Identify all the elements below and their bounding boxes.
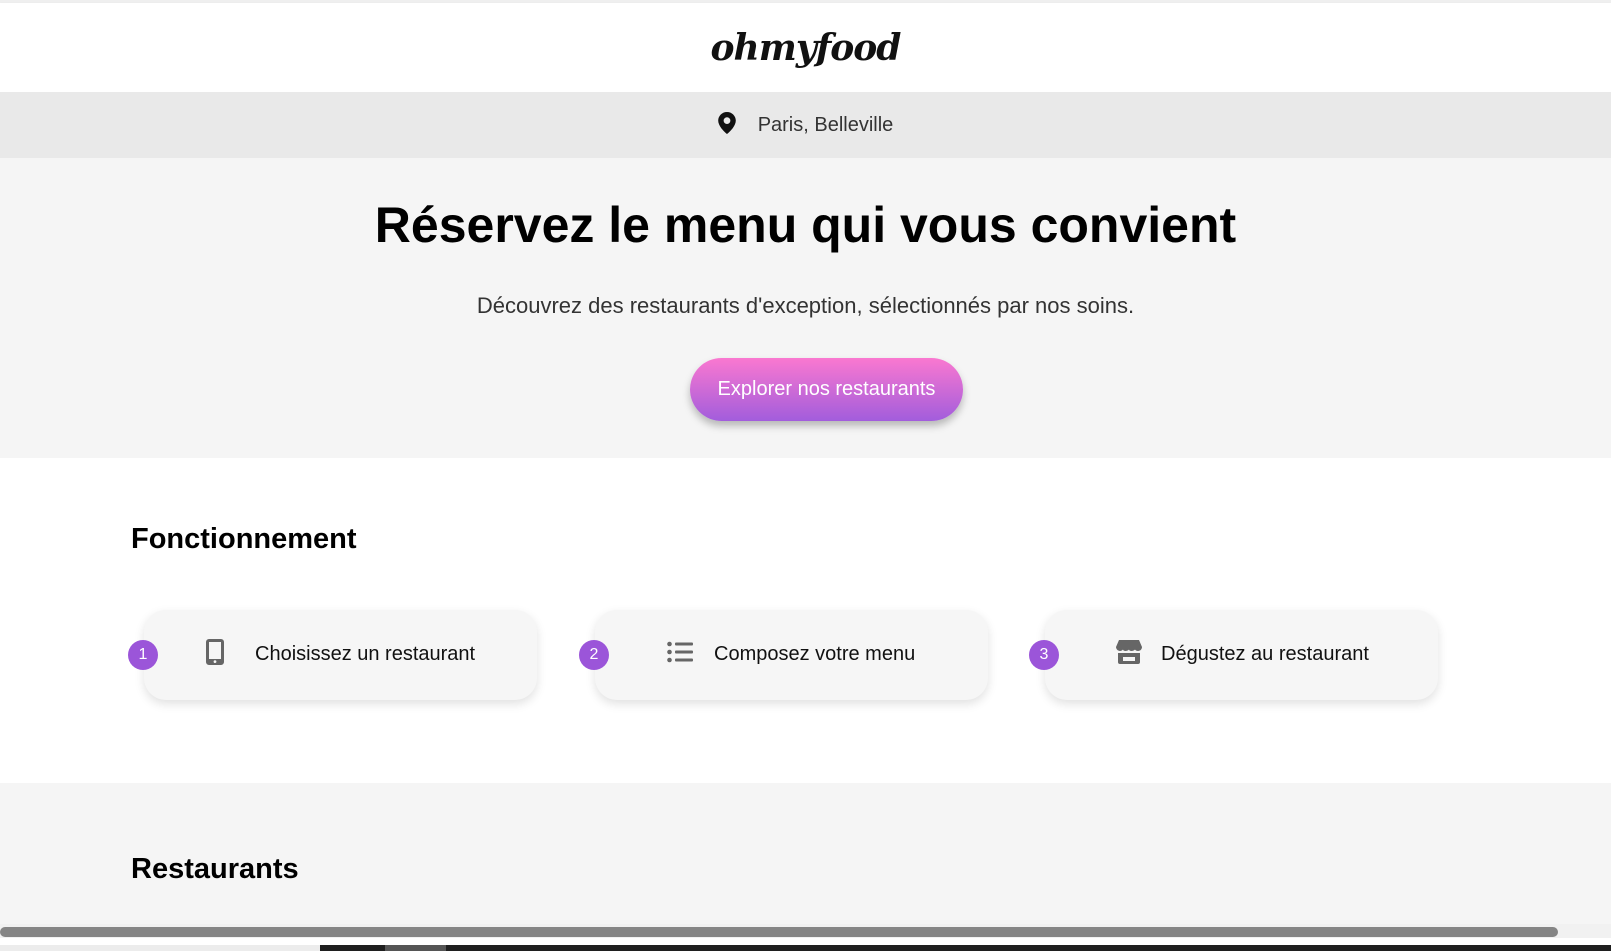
site-header: ohmyfood: [0, 3, 1611, 92]
step-label: Choisissez un restaurant: [255, 643, 476, 665]
hero-title: Réservez le menu qui vous convient: [374, 197, 1237, 253]
step-card-2[interactable]: 2 Composez votre menu: [579, 610, 988, 700]
step-number-badge: 2: [579, 640, 609, 670]
taskbar-edge-highlight: [385, 945, 446, 951]
smartphone-icon: [200, 637, 230, 667]
step-card-3[interactable]: 3 Dégustez au restaurant: [1029, 610, 1438, 700]
step-number-badge: 1: [128, 640, 158, 670]
section-title: Restaurants: [131, 853, 299, 885]
step-label: Dégustez au restaurant: [1161, 643, 1369, 665]
location-bar: Paris, Belleville: [0, 92, 1611, 158]
scrollbar-thumb[interactable]: [0, 927, 1558, 937]
step-card-1[interactable]: 1 Choisissez un restaurant: [128, 610, 537, 700]
hero-section: Réservez le menu qui vous convient Décou…: [0, 158, 1611, 458]
location-text: Paris, Belleville: [757, 113, 894, 136]
list-icon: [665, 637, 695, 667]
hero-subtitle: Découvrez des restaurants d'exception, s…: [476, 293, 1135, 318]
map-pin-icon: [717, 111, 736, 139]
taskbar-edge: [320, 945, 1611, 951]
step-label: Composez votre menu: [714, 643, 916, 665]
section-title: Fonctionnement: [131, 523, 357, 555]
restaurants-section: Restaurants: [0, 783, 1611, 926]
step-number-badge: 3: [1029, 640, 1059, 670]
explore-restaurants-button[interactable]: Explorer nos restaurants: [690, 358, 963, 421]
logo[interactable]: ohmyfood: [711, 27, 902, 69]
store-icon: [1114, 637, 1144, 667]
how-it-works-section: Fonctionnement 1 Choisissez un restauran…: [0, 458, 1611, 783]
